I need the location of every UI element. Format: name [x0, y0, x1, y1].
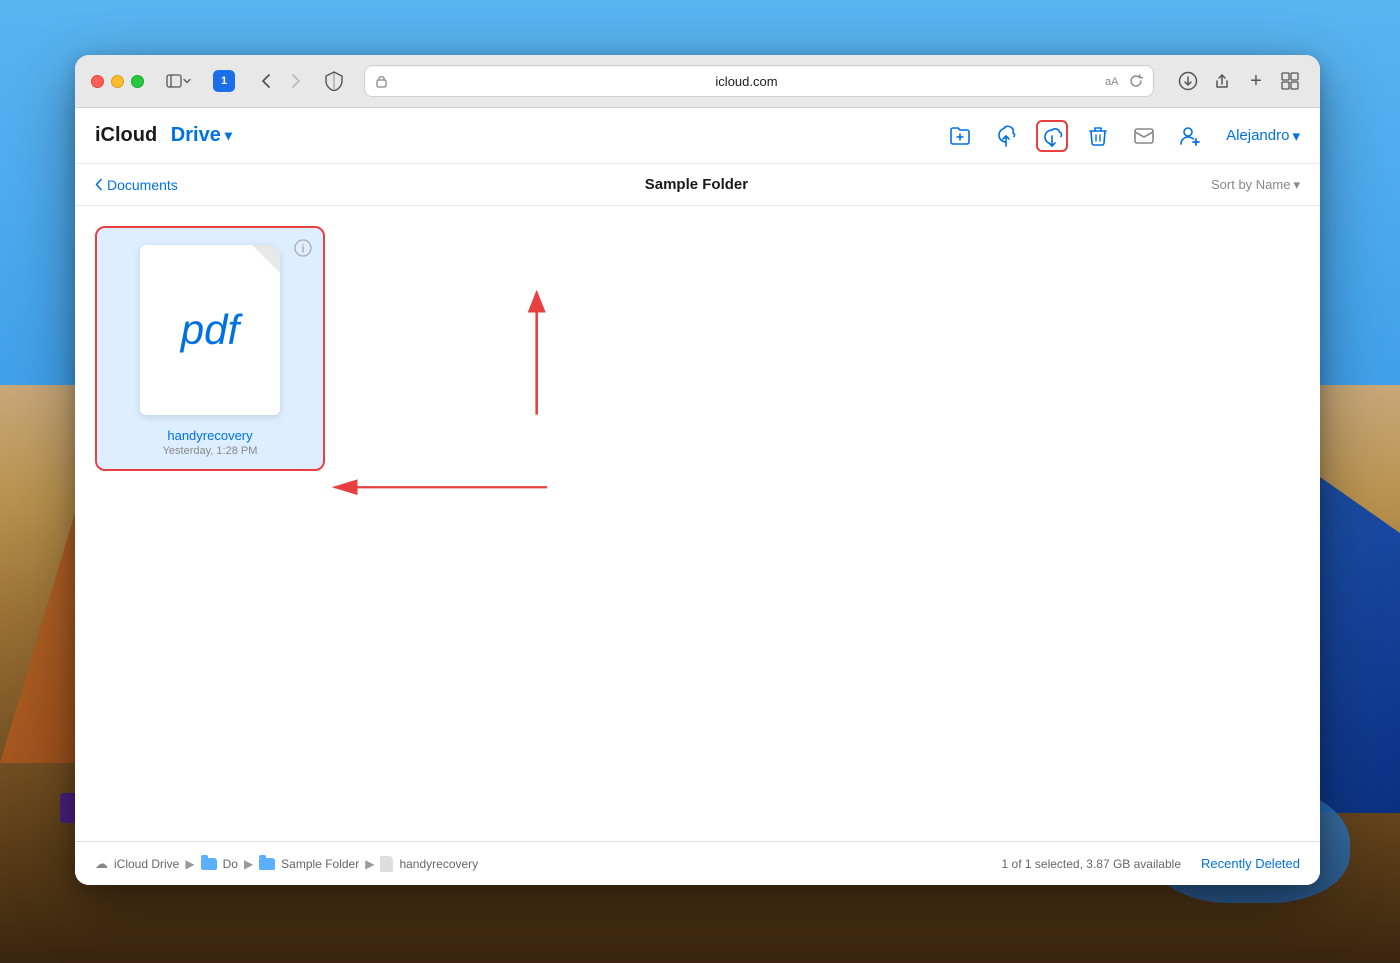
translate-icon: aA: [1105, 74, 1123, 88]
pdf-label: pdf: [181, 306, 239, 354]
user-menu[interactable]: Alejandro ▾: [1226, 127, 1300, 145]
status-icloud: iCloud Drive: [114, 857, 179, 871]
lock-icon: [375, 74, 388, 88]
status-bar: ☁ iCloud Drive ▶ Do ▶ Sample Folder ▶ ha…: [75, 841, 1320, 885]
sep-1: ▶: [185, 857, 194, 871]
new-tab-button[interactable]: +: [1242, 67, 1270, 95]
file-icon-wrapper: pdf: [130, 240, 290, 420]
folder-icon-do: [201, 858, 217, 870]
back-nav-button[interactable]: [252, 67, 280, 95]
add-person-button[interactable]: [1174, 120, 1206, 152]
file-grid: pdf handyrecovery Yesterday, 1:28 PM: [95, 226, 1300, 471]
maximize-button[interactable]: [131, 75, 144, 88]
back-label: Documents: [107, 177, 178, 193]
browser-chrome: 1: [75, 55, 1320, 108]
app-title[interactable]: iCloud Drive▾: [95, 124, 232, 147]
password-manager-button[interactable]: 1: [208, 67, 240, 95]
shield-button[interactable]: [320, 67, 348, 95]
header-actions: [944, 120, 1206, 152]
forward-nav-button[interactable]: [282, 67, 310, 95]
reload-icon[interactable]: [1129, 74, 1143, 88]
password-manager-icon: 1: [221, 75, 227, 87]
file-date: Yesterday, 1:28 PM: [163, 445, 258, 457]
status-sample-folder: Sample Folder: [281, 857, 359, 871]
delete-button[interactable]: [1082, 120, 1114, 152]
info-icon: [294, 239, 312, 257]
status-filename: handyrecovery: [399, 857, 478, 871]
file-item[interactable]: pdf handyrecovery Yesterday, 1:28 PM: [95, 226, 325, 471]
recently-deleted-link[interactable]: Recently Deleted: [1201, 856, 1300, 871]
back-arrow-icon: [261, 73, 271, 89]
url-text: icloud.com: [394, 74, 1099, 89]
file-icon-status: [380, 856, 393, 872]
status-info: 1 of 1 selected, 3.87 GB available: [1002, 857, 1181, 871]
grid-icon: [1281, 72, 1299, 90]
back-button[interactable]: Documents: [95, 177, 178, 193]
current-folder-title: Sample Folder: [182, 176, 1211, 193]
add-person-icon: [1178, 124, 1202, 148]
file-info-button[interactable]: [293, 238, 313, 258]
browser-toolbar-right: +: [1174, 67, 1304, 95]
user-chevron: ▾: [1292, 127, 1300, 145]
status-documents: Do: [223, 857, 238, 871]
cloud-status-icon: ☁: [95, 856, 108, 872]
mail-icon: [1132, 124, 1156, 148]
file-name: handyrecovery: [167, 428, 252, 443]
pdf-file-icon: pdf: [140, 245, 280, 415]
forward-arrow-icon: [291, 73, 301, 89]
close-button[interactable]: [91, 75, 104, 88]
trash-icon: [1086, 124, 1110, 148]
traffic-lights: [91, 75, 144, 88]
new-folder-button[interactable]: [944, 120, 976, 152]
download-button[interactable]: [1036, 120, 1068, 152]
sep-2: ▶: [244, 857, 253, 871]
drive-text: Drive: [171, 124, 221, 147]
folder-icon-sample: [259, 858, 275, 870]
address-bar[interactable]: icloud.com aA: [364, 65, 1154, 97]
sep-3: ▶: [365, 857, 374, 871]
icloud-app: iCloud Drive▾: [75, 108, 1320, 885]
shield-icon: [325, 71, 343, 91]
app-header: iCloud Drive▾: [75, 108, 1320, 164]
back-chevron-icon: [95, 178, 103, 191]
icloud-text: iCloud: [95, 124, 157, 147]
plus-icon: +: [1250, 71, 1262, 91]
sort-button[interactable]: Sort by Name ▾: [1211, 177, 1300, 193]
svg-text:aA: aA: [1105, 76, 1119, 88]
new-folder-icon: [948, 124, 972, 148]
sidebar-icon: [166, 73, 182, 89]
breadcrumb-bar: Documents Sample Folder Sort by Name ▾: [75, 164, 1320, 206]
browser-window: 1: [75, 55, 1320, 885]
share-button[interactable]: [1208, 67, 1236, 95]
sidebar-toggle-button[interactable]: [162, 67, 194, 95]
downloads-button[interactable]: [1174, 67, 1202, 95]
share-icon: [1212, 71, 1232, 91]
user-name: Alejandro: [1226, 127, 1289, 144]
nav-buttons: [252, 67, 310, 95]
file-area: pdf handyrecovery Yesterday, 1:28 PM: [75, 206, 1320, 841]
status-breadcrumb: ☁ iCloud Drive ▶ Do ▶ Sample Folder ▶ ha…: [95, 856, 1002, 872]
cloud-download-icon: [1040, 124, 1064, 148]
drive-chevron: ▾: [225, 127, 232, 144]
minimize-button[interactable]: [111, 75, 124, 88]
chevron-down-icon: [183, 77, 191, 85]
upload-button[interactable]: [990, 120, 1022, 152]
download-icon: [1178, 71, 1198, 91]
sort-chevron: ▾: [1293, 177, 1300, 193]
app-grid-button[interactable]: [1276, 67, 1304, 95]
sort-label: Sort by Name: [1211, 177, 1290, 192]
upload-icon: [994, 124, 1018, 148]
email-button[interactable]: [1128, 120, 1160, 152]
